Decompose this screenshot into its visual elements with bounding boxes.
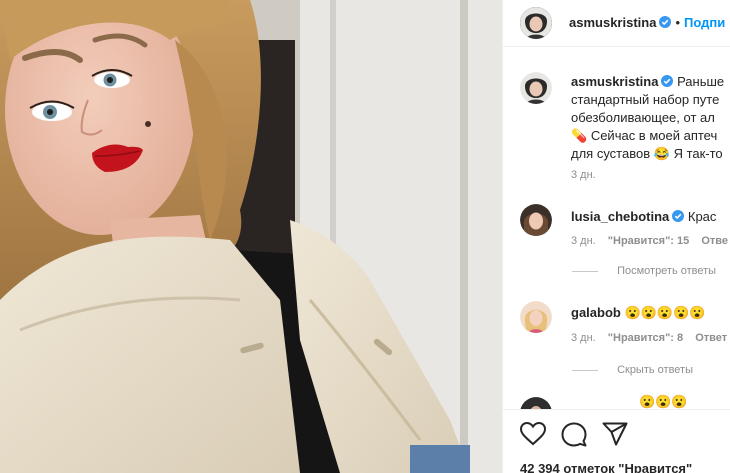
comments-list[interactable]: asmuskristina Раньше стандартный набор п… — [503, 47, 730, 409]
comment-likes-count[interactable]: "Нравится": 8 — [608, 332, 683, 344]
laughing-emoji-icon: 😂 — [653, 146, 670, 161]
follow-button[interactable]: Подпи — [684, 15, 725, 30]
commenter-avatar[interactable] — [520, 397, 552, 409]
post-photo[interactable] — [0, 0, 502, 473]
view-replies-label: Посмотреть ответы — [617, 265, 717, 277]
heart-icon[interactable] — [520, 422, 546, 446]
avatar-image — [520, 72, 552, 104]
post-actions-bar: 42 394 отметок "Нравится" — [503, 409, 730, 473]
comment-text: Крас — [687, 209, 717, 224]
header-separator-dot: • — [675, 15, 680, 30]
caption-line: стандартный набор путе — [571, 92, 720, 107]
hide-replies-button[interactable]: Скрыть ответы — [572, 364, 693, 376]
verified-badge-icon — [659, 16, 672, 28]
share-icon[interactable] — [602, 422, 628, 446]
verified-badge-icon — [672, 210, 685, 222]
caption-line: для суставов — [571, 146, 651, 161]
verified-badge-icon — [661, 75, 674, 87]
comment-text: 😮😮😮😮😮 — [624, 305, 706, 320]
commenter-avatar[interactable] — [520, 204, 552, 236]
caption-timestamp[interactable]: 3 дн. — [571, 169, 596, 181]
pill-emoji-icon: 💊 — [571, 128, 588, 143]
post-author-username[interactable]: asmuskristina — [569, 15, 656, 30]
caption-line: Я так-то — [673, 146, 723, 161]
post-side-panel: asmuskristina • Подпи asmuskristina Раньше… — [502, 0, 730, 473]
commenter-avatar[interactable] — [520, 301, 552, 333]
comment-author-username[interactable]: lusia_chebotina — [571, 209, 669, 224]
comment-reply-button[interactable]: Ответ — [695, 332, 727, 344]
avatar-image — [520, 7, 552, 39]
comment-likes-count[interactable]: "Нравится": 15 — [608, 235, 689, 247]
caption-line: обезболивающее, от ал — [571, 110, 715, 125]
author-avatar[interactable] — [520, 7, 552, 39]
post-photo-illustration — [0, 0, 502, 473]
view-replies-button[interactable]: Посмотреть ответы — [572, 265, 716, 277]
comment-author-username[interactable]: galabob — [571, 305, 621, 320]
caption-author-avatar[interactable] — [520, 72, 552, 104]
comment-timestamp[interactable]: 3 дн. — [571, 332, 596, 344]
caption-author-username[interactable]: asmuskristina — [571, 74, 658, 89]
avatar-image — [520, 397, 552, 409]
caption-line: Сейчас в моей аптеч — [590, 128, 718, 143]
comment-reply-button[interactable]: Отве — [701, 235, 728, 247]
avatar-image — [520, 204, 552, 236]
likes-count[interactable]: 42 394 отметок "Нравится" — [520, 461, 692, 473]
caption-line: Раньше — [677, 74, 725, 89]
comment-timestamp[interactable]: 3 дн. — [571, 235, 596, 247]
comment-text: 😮😮😮 — [639, 394, 688, 409]
comment-icon[interactable] — [561, 422, 587, 448]
hide-replies-label: Скрыть ответы — [617, 364, 693, 376]
post-header: asmuskristina • Подпи — [503, 0, 730, 47]
avatar-image — [520, 301, 552, 333]
